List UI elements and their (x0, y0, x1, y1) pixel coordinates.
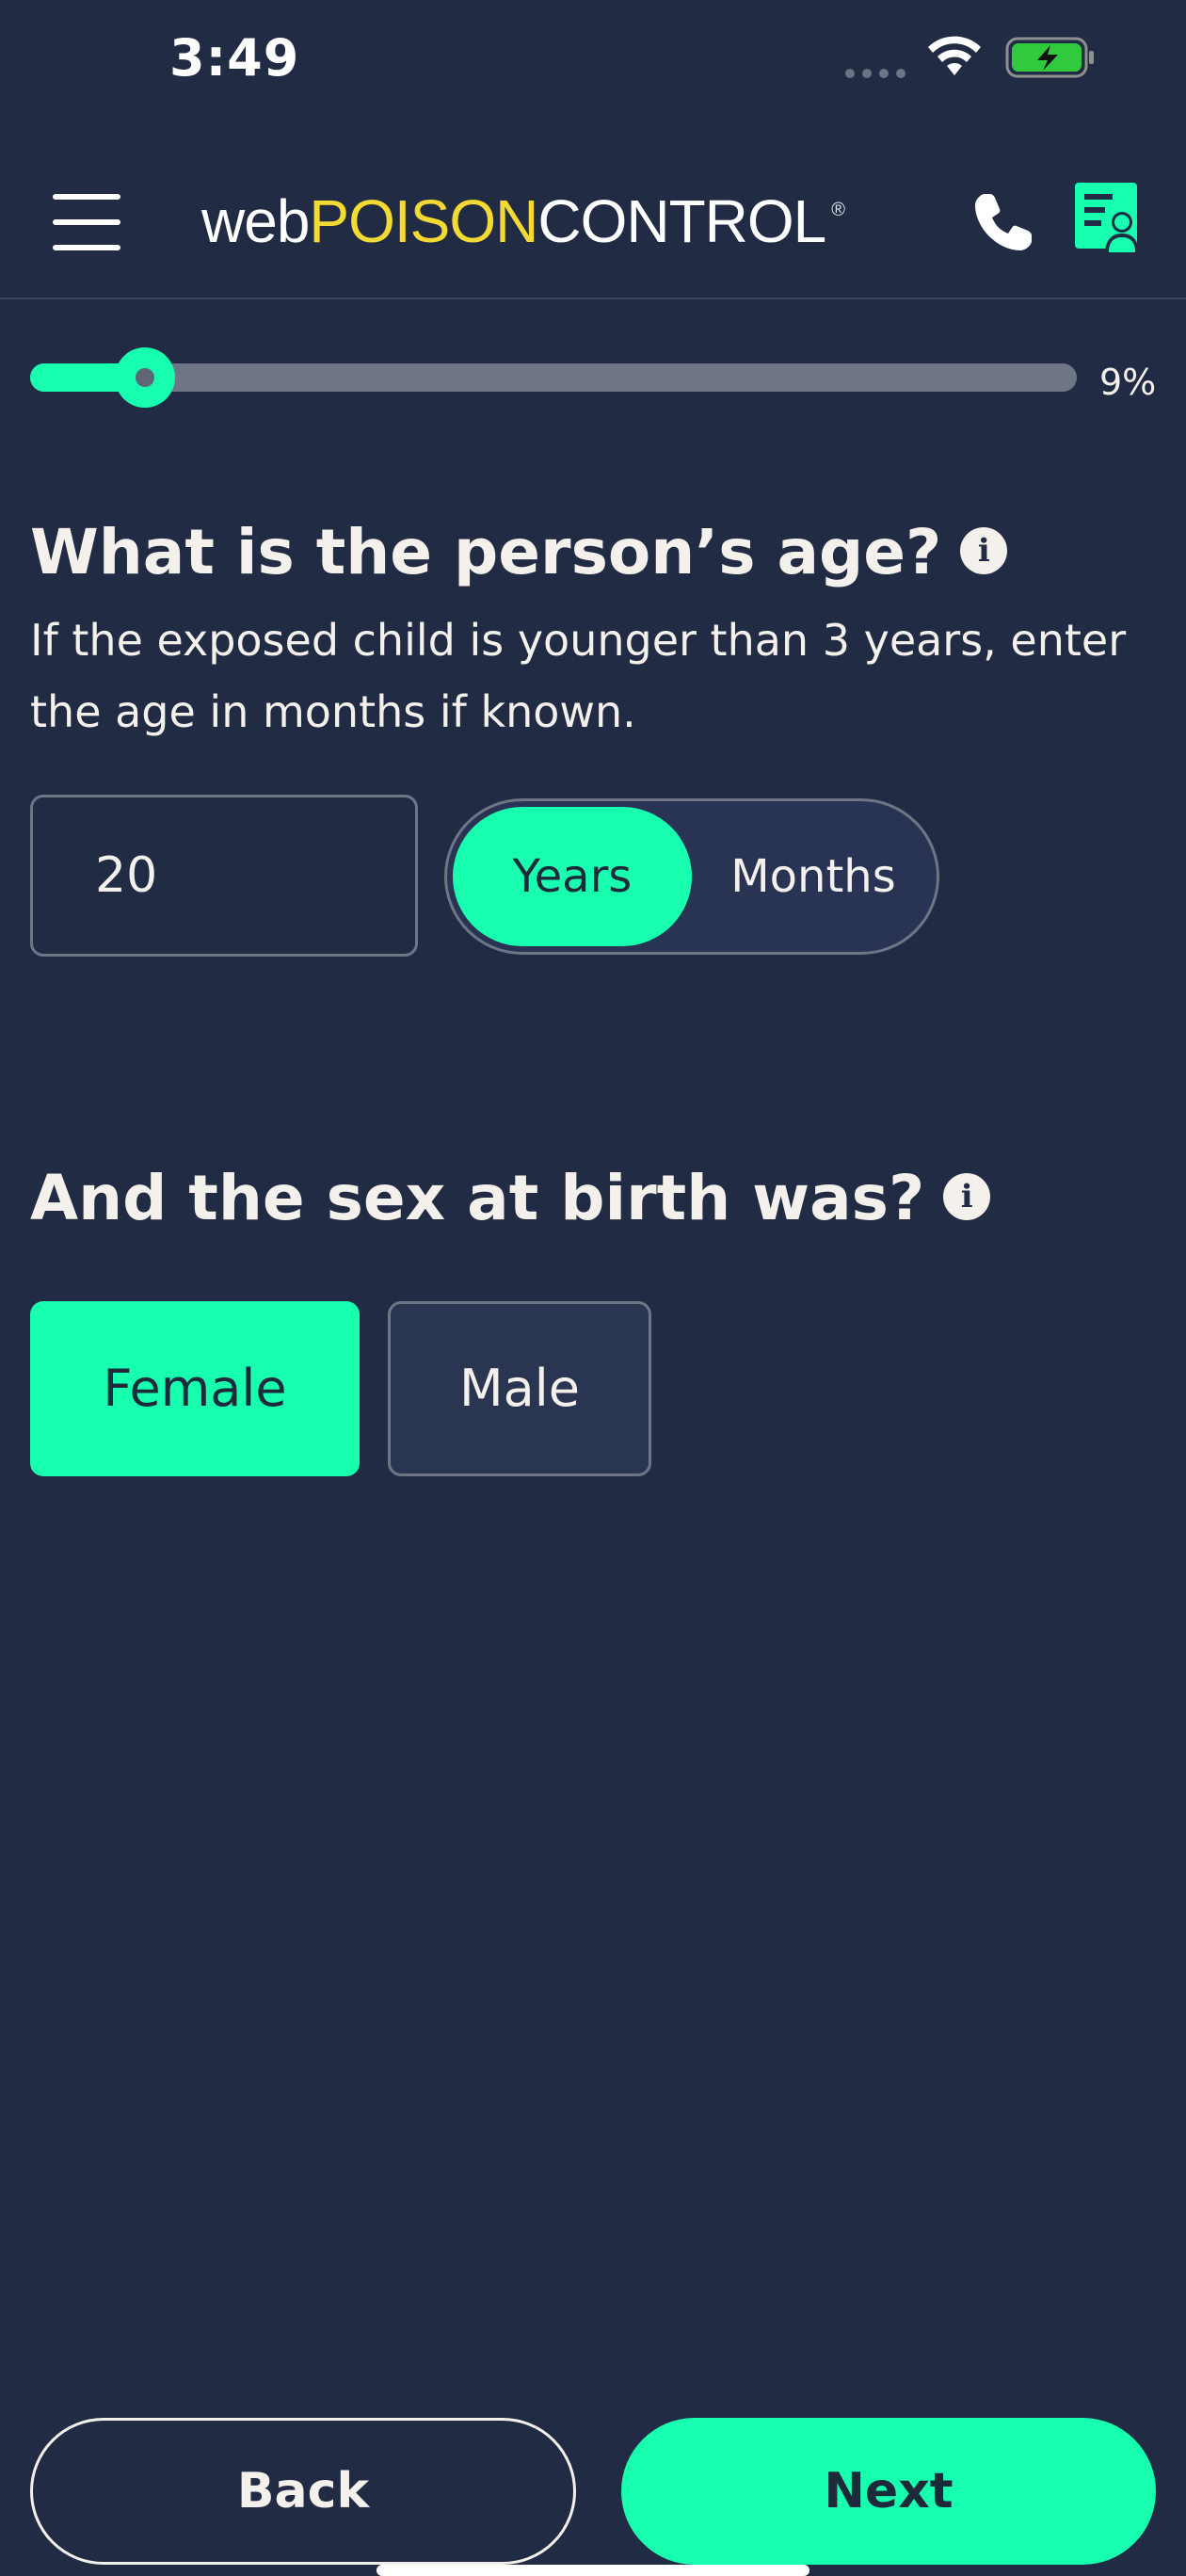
footer-nav: Back Next (0, 2388, 1186, 2576)
progress-knob (115, 347, 176, 408)
sex-question-heading: And the sex at birth was? i (30, 1162, 991, 1234)
wifi-icon (928, 36, 981, 75)
case-profile-icon[interactable] (1073, 181, 1145, 256)
cellular-signal-icon (845, 64, 913, 82)
status-time: 3:49 (169, 28, 300, 88)
age-unit-toggle: Years Months (444, 798, 939, 955)
back-button[interactable]: Back (30, 2418, 576, 2565)
app-header: webPOISONCONTROL ® (0, 160, 1186, 299)
home-indicator[interactable] (377, 2565, 809, 2576)
sex-info-icon[interactable]: i (943, 1172, 991, 1220)
progress-bar (30, 347, 1077, 408)
webpoisoncontrol-logo[interactable]: webPOISONCONTROL ® (201, 186, 845, 256)
sex-male-button[interactable]: Male (388, 1301, 651, 1476)
unit-years-option[interactable]: Years (453, 807, 692, 946)
status-bar: 3:49 (0, 0, 1186, 122)
age-question-heading: What is the person’s age? i (30, 516, 1008, 588)
age-info-icon[interactable]: i (960, 526, 1008, 574)
hamburger-menu-icon[interactable] (53, 194, 120, 250)
sex-female-button[interactable]: Female (30, 1301, 360, 1476)
next-button[interactable]: Next (621, 2418, 1156, 2565)
progress-percent: 9% (1099, 362, 1157, 403)
battery-charging-icon (1005, 37, 1094, 78)
unit-months-option[interactable]: Months (694, 807, 933, 946)
age-question-hint: If the exposed child is younger than 3 y… (30, 615, 1127, 737)
phone-icon[interactable] (970, 188, 1037, 256)
age-input[interactable]: 20 (30, 795, 418, 957)
